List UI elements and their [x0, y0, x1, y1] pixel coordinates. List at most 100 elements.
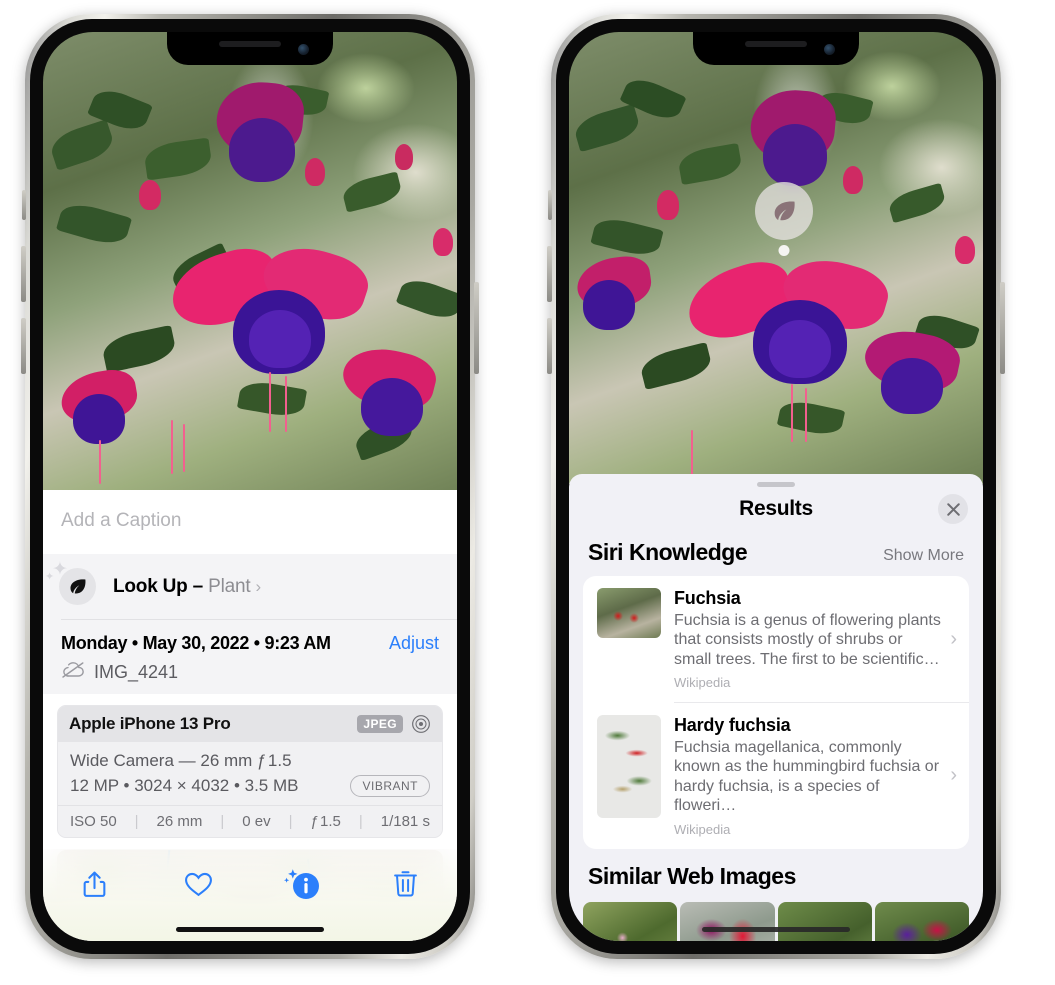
show-more-button[interactable]: Show More	[883, 547, 964, 565]
look-up-label: Look Up – Plant ›	[113, 576, 261, 598]
section-title-similar-web-images: Similar Web Images	[588, 862, 796, 889]
look-up-dash: –	[187, 575, 209, 597]
siri-knowledge-header: Siri Knowledge Show More	[569, 531, 983, 576]
file-format-badge: JPEG	[357, 715, 403, 733]
flower-bud	[305, 158, 325, 186]
camera-lens-line: Wide Camera — 26 mm ƒ 1.5	[70, 751, 292, 770]
results-header: Results	[569, 487, 983, 531]
flower-bud	[139, 180, 161, 210]
flower-bud	[433, 228, 453, 256]
favorite-button[interactable]	[175, 863, 221, 905]
camera-device-name: Apple iPhone 13 Pro	[69, 714, 231, 733]
knowledge-source: Wikipedia	[674, 675, 731, 691]
web-image-thumbnail[interactable]	[583, 901, 678, 941]
home-indicator[interactable]	[176, 927, 324, 932]
flower-bud	[843, 166, 863, 194]
earpiece-speaker	[219, 41, 281, 47]
caption-input[interactable]: Add a Caption	[43, 490, 457, 554]
flower-bloom	[73, 394, 125, 444]
results-title: Results	[739, 497, 813, 520]
flower-bloom	[583, 280, 635, 330]
flower-bloom	[763, 124, 827, 186]
knowledge-item[interactable]: Hardy fuchsia Fuchsia magellanica, commo…	[583, 703, 969, 848]
power-button[interactable]	[474, 282, 479, 374]
knowledge-title: Hardy fuchsia	[674, 715, 791, 736]
iphone-device-right: Results Siri Knowledge Show More Fuchsia…	[547, 14, 1005, 959]
exif-focal: 26 mm	[156, 813, 203, 830]
look-up-row[interactable]: ✦ ✦ Look Up – Plant ›	[43, 554, 457, 619]
screen-left: Add a Caption ✦ ✦ Look Up – Plant › Mond…	[43, 32, 457, 941]
knowledge-thumbnail	[597, 715, 661, 819]
exif-row: ISO 50 | 26 mm | 0 ev | ƒ 1.5 | 1/181 s	[58, 805, 442, 837]
device-bezel-right: Results Siri Knowledge Show More Fuchsia…	[556, 19, 996, 954]
exif-separator: |	[134, 813, 139, 830]
info-button[interactable]	[279, 863, 325, 905]
exif-aperture: ƒ 1.5	[310, 813, 341, 830]
volume-down-button[interactable]	[547, 318, 552, 374]
sparkle-icon: ✦	[52, 559, 68, 580]
photo-viewer-left[interactable]	[43, 32, 457, 500]
flower-stamen	[691, 430, 693, 480]
chevron-right-icon: ›	[950, 764, 957, 787]
section-title-siri-knowledge: Siri Knowledge	[588, 539, 748, 565]
exif-shutter: 1/181 s	[380, 813, 430, 830]
home-indicator[interactable]	[702, 927, 850, 932]
exif-separator: |	[220, 813, 225, 830]
look-up-subject: Plant	[208, 575, 251, 597]
flower-bloom	[769, 320, 831, 378]
volume-down-button[interactable]	[21, 318, 26, 374]
camera-info-card: Apple iPhone 13 Pro JPEG Wide Camera — 2…	[57, 705, 443, 838]
camera-card-header: Apple iPhone 13 Pro JPEG	[58, 706, 442, 742]
icloud-slash-icon	[61, 661, 85, 684]
photo-filename: IMG_4241	[94, 662, 179, 682]
similar-web-images-strip[interactable]	[569, 901, 983, 941]
siri-knowledge-card: Fuchsia Fuchsia is a genus of flowering …	[583, 576, 969, 849]
flower-stamen	[99, 440, 101, 484]
knowledge-description: Fuchsia is a genus of flowering plants t…	[674, 612, 941, 668]
knowledge-title: Fuchsia	[674, 588, 741, 608]
device-notch	[693, 32, 859, 65]
flower-stamen	[285, 376, 287, 432]
flower-stamen	[805, 388, 807, 442]
share-button[interactable]	[72, 863, 118, 905]
look-up-title: Look Up	[113, 575, 188, 597]
silent-switch[interactable]	[22, 190, 26, 220]
aperture-icon	[411, 714, 431, 734]
flower-bloom	[361, 378, 423, 436]
power-button[interactable]	[1000, 282, 1005, 374]
delete-button[interactable]	[382, 863, 428, 905]
exif-separator: |	[288, 813, 293, 830]
silent-switch[interactable]	[548, 190, 552, 220]
flower-bloom	[249, 310, 311, 368]
iphone-device-left: Add a Caption ✦ ✦ Look Up – Plant › Mond…	[21, 14, 479, 959]
flower-bloom	[881, 358, 943, 414]
front-camera	[824, 44, 835, 55]
sparkle-icon: ✦	[45, 571, 55, 583]
volume-up-button[interactable]	[21, 246, 26, 302]
web-image-thumbnail[interactable]	[874, 901, 969, 941]
photo-viewer-right[interactable]	[569, 32, 983, 484]
flower-bud	[955, 236, 975, 264]
chevron-right-icon: ›	[950, 627, 957, 650]
look-up-section: ✦ ✦ Look Up – Plant ›	[43, 554, 457, 620]
earpiece-speaker	[745, 41, 807, 47]
device-bezel-left: Add a Caption ✦ ✦ Look Up – Plant › Mond…	[30, 19, 470, 954]
web-image-thumbnail[interactable]	[777, 901, 872, 941]
exif-iso: ISO 50	[70, 813, 117, 830]
adjust-button[interactable]: Adjust	[389, 633, 439, 654]
flower-stamen	[171, 420, 173, 474]
camera-card-body: Wide Camera — 26 mm ƒ 1.5 12 MP • 3024 ×…	[58, 742, 442, 805]
screen-right: Results Siri Knowledge Show More Fuchsia…	[569, 32, 983, 941]
device-notch	[167, 32, 333, 65]
visual-lookup-badge[interactable]	[755, 182, 813, 256]
exif-exposure: 0 ev	[242, 813, 271, 830]
photo-date: Monday • May 30, 2022 • 9:23 AM	[61, 633, 331, 653]
knowledge-item[interactable]: Fuchsia Fuchsia is a genus of flowering …	[583, 576, 969, 702]
web-image-thumbnail[interactable]	[680, 901, 775, 941]
volume-up-button[interactable]	[547, 246, 552, 302]
knowledge-thumbnail	[597, 588, 661, 638]
front-camera	[298, 44, 309, 55]
close-icon[interactable]	[938, 494, 968, 524]
knowledge-source: Wikipedia	[674, 821, 731, 837]
flower-bud	[395, 144, 413, 170]
